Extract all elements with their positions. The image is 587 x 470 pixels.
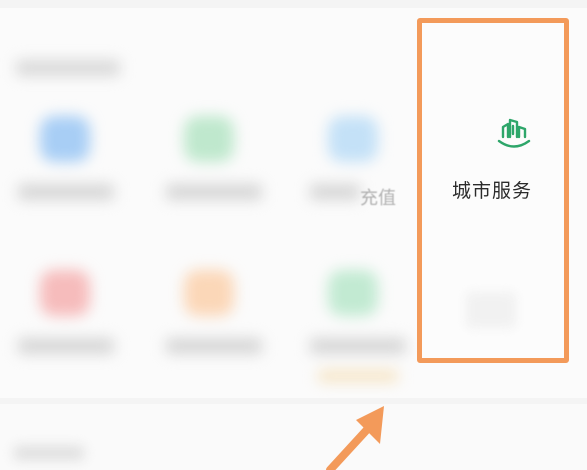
blurred-service-sub xyxy=(318,370,398,382)
blurred-service-icon[interactable] xyxy=(184,116,234,162)
blurred-service-icon[interactable] xyxy=(184,270,234,316)
blurred-service-label xyxy=(166,338,262,354)
city-buildings-icon[interactable] xyxy=(496,116,532,152)
blurred-service-icon[interactable] xyxy=(40,116,90,162)
blurred-service-icon[interactable] xyxy=(328,116,378,162)
recharge-label-partial: 充值 xyxy=(360,188,396,209)
blurred-service-icon[interactable] xyxy=(40,270,90,316)
blurred-hidden-item xyxy=(466,292,516,328)
city-service-label[interactable]: 城市服务 xyxy=(452,176,564,203)
blurred-service-label xyxy=(310,338,406,354)
next-section-title-blurred xyxy=(14,446,84,460)
next-section xyxy=(0,404,587,470)
arrow-icon xyxy=(326,406,384,470)
blurred-service-icon[interactable] xyxy=(328,270,378,316)
blurred-service-label xyxy=(166,184,262,200)
blurred-service-label xyxy=(18,338,114,354)
section-title-blurred xyxy=(16,60,120,76)
blurred-service-label xyxy=(18,184,114,200)
blurred-service-label xyxy=(310,184,360,200)
